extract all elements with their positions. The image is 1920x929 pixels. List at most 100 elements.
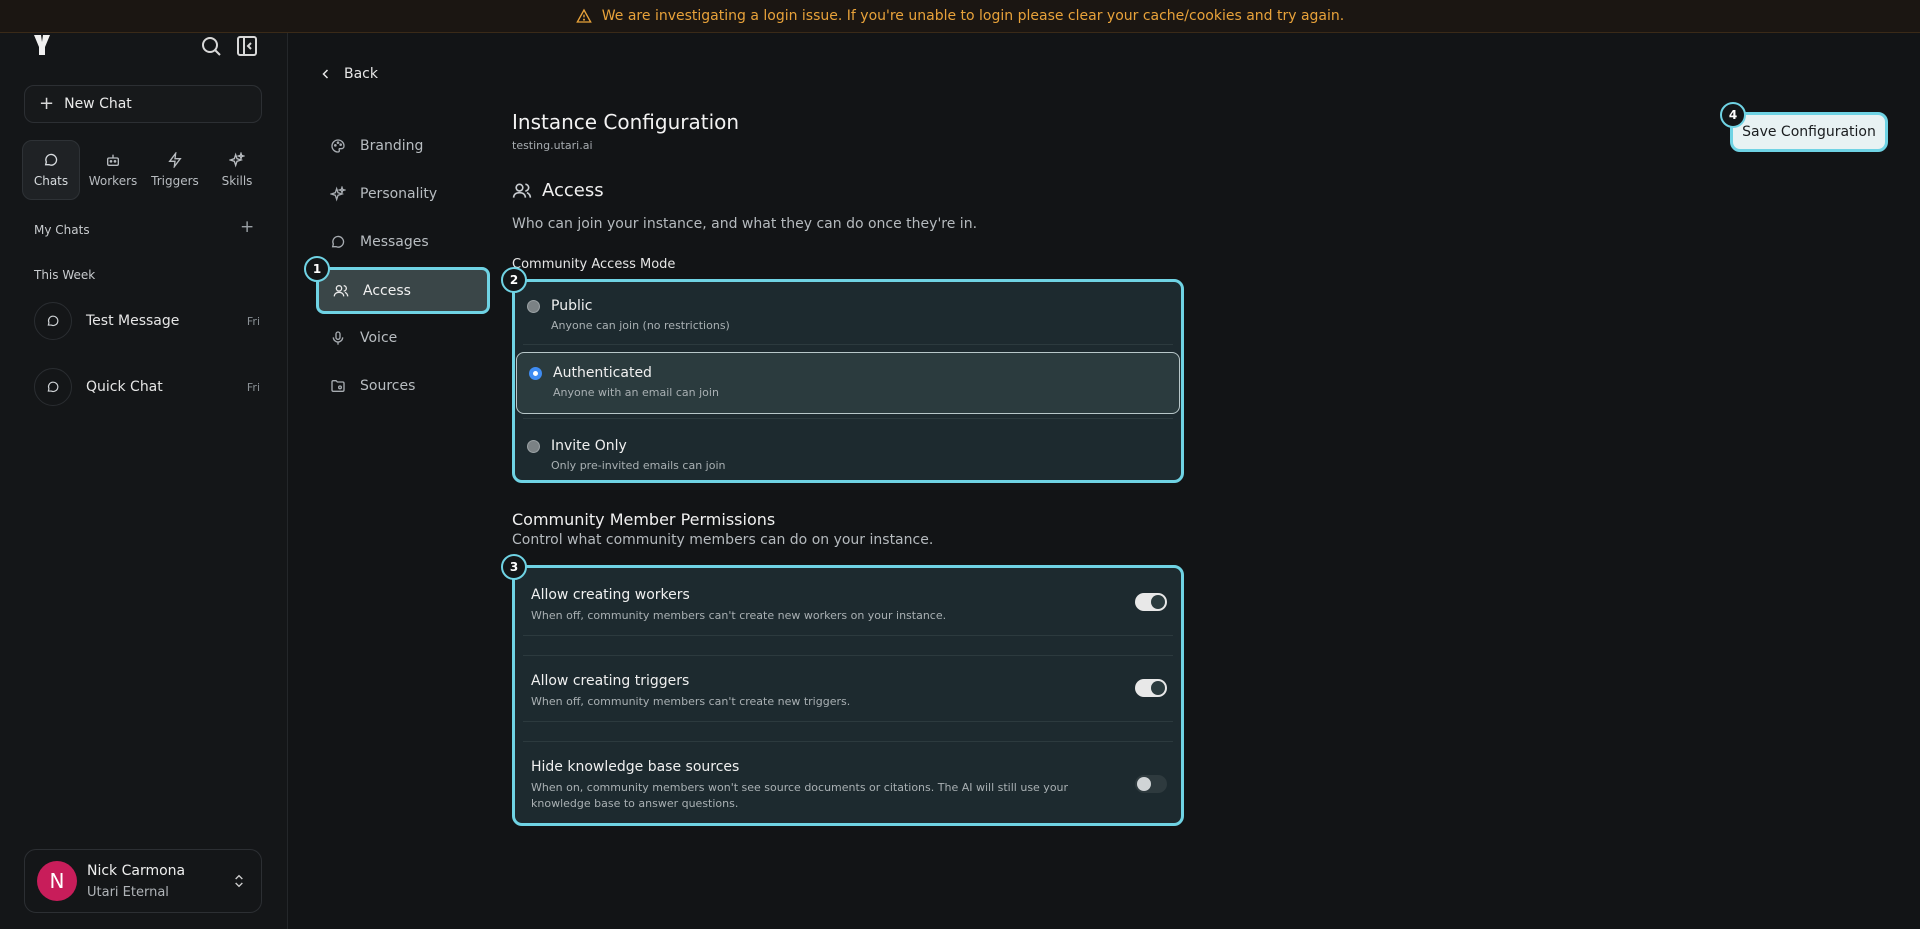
toggle-allow-workers[interactable] xyxy=(1135,593,1167,611)
collapse-sidebar-icon[interactable] xyxy=(235,34,259,58)
back-button[interactable]: Back xyxy=(320,66,378,82)
user-menu[interactable]: N Nick Carmona Utari Eternal xyxy=(24,849,262,913)
permission-title: Hide knowledge base sources xyxy=(531,759,740,775)
chat-title: Test Message xyxy=(86,313,180,329)
back-label: Back xyxy=(344,66,378,82)
toggle-allow-triggers[interactable] xyxy=(1135,679,1167,697)
radio-button[interactable] xyxy=(527,300,540,313)
section-title: Access xyxy=(542,180,604,201)
nav-label: Chats xyxy=(33,174,69,188)
permission-title: Allow creating workers xyxy=(531,587,690,603)
chevron-left-icon xyxy=(322,69,329,79)
divider xyxy=(523,741,1173,742)
permission-title: Allow creating triggers xyxy=(531,673,690,689)
step-badge-3: 3 xyxy=(501,554,527,580)
divider xyxy=(523,344,1173,345)
option-title: Public xyxy=(551,298,593,314)
settings-nav-label: Sources xyxy=(360,378,416,394)
chat-list-item[interactable]: Test Message Fri xyxy=(34,301,260,341)
nav-triggers[interactable]: Triggers xyxy=(146,140,204,200)
radio-button[interactable] xyxy=(527,440,540,453)
permission-description: When off, community members can't create… xyxy=(531,695,851,708)
step-badge-4: 4 xyxy=(1720,102,1746,128)
step-badge-2: 2 xyxy=(501,267,527,293)
access-mode-public[interactable]: Public Anyone can join (no restrictions) xyxy=(515,286,1181,348)
settings-nav-label: Access xyxy=(363,282,411,299)
settings-nav-messages[interactable]: Messages xyxy=(316,220,490,264)
permissions-card: Allow creating workers When off, communi… xyxy=(512,565,1184,826)
divider xyxy=(523,635,1173,636)
permission-row-workers: Allow creating workers When off, communi… xyxy=(531,587,1167,624)
save-configuration-button[interactable]: Save Configuration xyxy=(1730,112,1888,152)
folder-icon xyxy=(331,380,345,392)
new-chat-label: New Chat xyxy=(64,96,132,112)
instance-domain: testing.utari.ai xyxy=(512,139,593,152)
settings-nav-access[interactable]: Access xyxy=(316,267,490,314)
sidebar: + New Chat Chats Workers Triggers Skills… xyxy=(0,33,288,929)
chat-icon-wrap xyxy=(34,368,72,406)
settings-nav-label: Messages xyxy=(360,234,429,250)
user-name: Nick Carmona xyxy=(87,862,186,879)
new-chat-button[interactable]: + New Chat xyxy=(24,85,262,123)
sidebar-nav: Chats Workers Triggers Skills xyxy=(22,140,266,200)
chat-title: Quick Chat xyxy=(86,379,163,395)
this-week-heading: This Week xyxy=(34,268,96,282)
palette-icon xyxy=(331,139,345,153)
access-mode-authenticated[interactable]: Authenticated Anyone with an email can j… xyxy=(516,352,1180,414)
nav-chats[interactable]: Chats xyxy=(22,140,80,200)
search-icon[interactable] xyxy=(199,34,223,58)
settings-nav-personality[interactable]: Personality xyxy=(316,172,490,216)
announcement-banner: We are investigating a login issue. If y… xyxy=(0,0,1920,33)
settings-nav-sources[interactable]: Sources xyxy=(316,364,490,408)
settings-nav-label: Personality xyxy=(360,186,438,202)
settings-nav-voice[interactable]: Voice xyxy=(316,316,490,360)
add-chat-icon[interactable]: + xyxy=(240,219,254,236)
divider xyxy=(523,655,1173,656)
page-title: Instance Configuration xyxy=(512,110,740,134)
chat-day: Fri xyxy=(246,380,260,394)
permission-description: When on, community members won't see sou… xyxy=(531,781,1069,810)
settings-nav-branding[interactable]: Branding xyxy=(316,124,490,168)
sparkles-icon xyxy=(229,152,245,168)
section-description: Who can join your instance, and what the… xyxy=(512,216,978,232)
warning-icon xyxy=(575,8,592,23)
plus-icon: + xyxy=(39,93,55,114)
permission-row-triggers: Allow creating triggers When off, commun… xyxy=(531,673,1167,710)
divider xyxy=(523,418,1173,419)
users-icon xyxy=(512,183,532,198)
user-meta: Nick Carmona Utari Eternal xyxy=(87,863,231,900)
access-mode-invite-only[interactable]: Invite Only Only pre-invited emails can … xyxy=(515,426,1181,488)
toggle-hide-sources[interactable] xyxy=(1135,775,1167,793)
nav-label: Workers xyxy=(88,174,138,188)
access-mode-label: Community Access Mode xyxy=(512,257,676,272)
nav-label: Triggers xyxy=(151,174,199,188)
permission-description: When off, community members can't create… xyxy=(531,609,947,622)
banner-text: We are investigating a login issue. If y… xyxy=(601,8,1345,24)
option-title: Authenticated xyxy=(553,365,652,381)
chat-day: Fri xyxy=(246,314,260,328)
chat-icon-wrap xyxy=(34,302,72,340)
permissions-heading: Community Member Permissions xyxy=(512,510,776,529)
app-logo[interactable] xyxy=(30,33,54,57)
chat-list-item[interactable]: Quick Chat Fri xyxy=(34,367,260,407)
robot-icon xyxy=(107,154,119,166)
permissions-description: Control what community members can do on… xyxy=(512,532,934,548)
access-mode-radio-group: Public Anyone can join (no restrictions)… xyxy=(512,279,1184,483)
nav-workers[interactable]: Workers xyxy=(84,140,142,200)
chat-bubble-icon xyxy=(47,315,59,327)
permission-row-hide-sources: Hide knowledge base sources When on, com… xyxy=(531,759,1167,812)
users-icon xyxy=(333,284,349,296)
settings-nav-label: Voice xyxy=(360,330,398,346)
avatar: N xyxy=(37,861,77,901)
step-badge-1: 1 xyxy=(304,256,330,282)
lightning-icon xyxy=(168,152,182,168)
user-org: Utari Eternal xyxy=(87,884,169,900)
radio-button-selected[interactable] xyxy=(529,367,542,380)
my-chats-heading: My Chats xyxy=(34,223,90,237)
option-description: Anyone can join (no restrictions) xyxy=(551,319,730,332)
option-description: Anyone with an email can join xyxy=(553,386,719,399)
divider xyxy=(523,721,1173,722)
microphone-icon xyxy=(332,331,344,345)
nav-skills[interactable]: Skills xyxy=(208,140,266,200)
sparkle-icon xyxy=(330,186,346,202)
